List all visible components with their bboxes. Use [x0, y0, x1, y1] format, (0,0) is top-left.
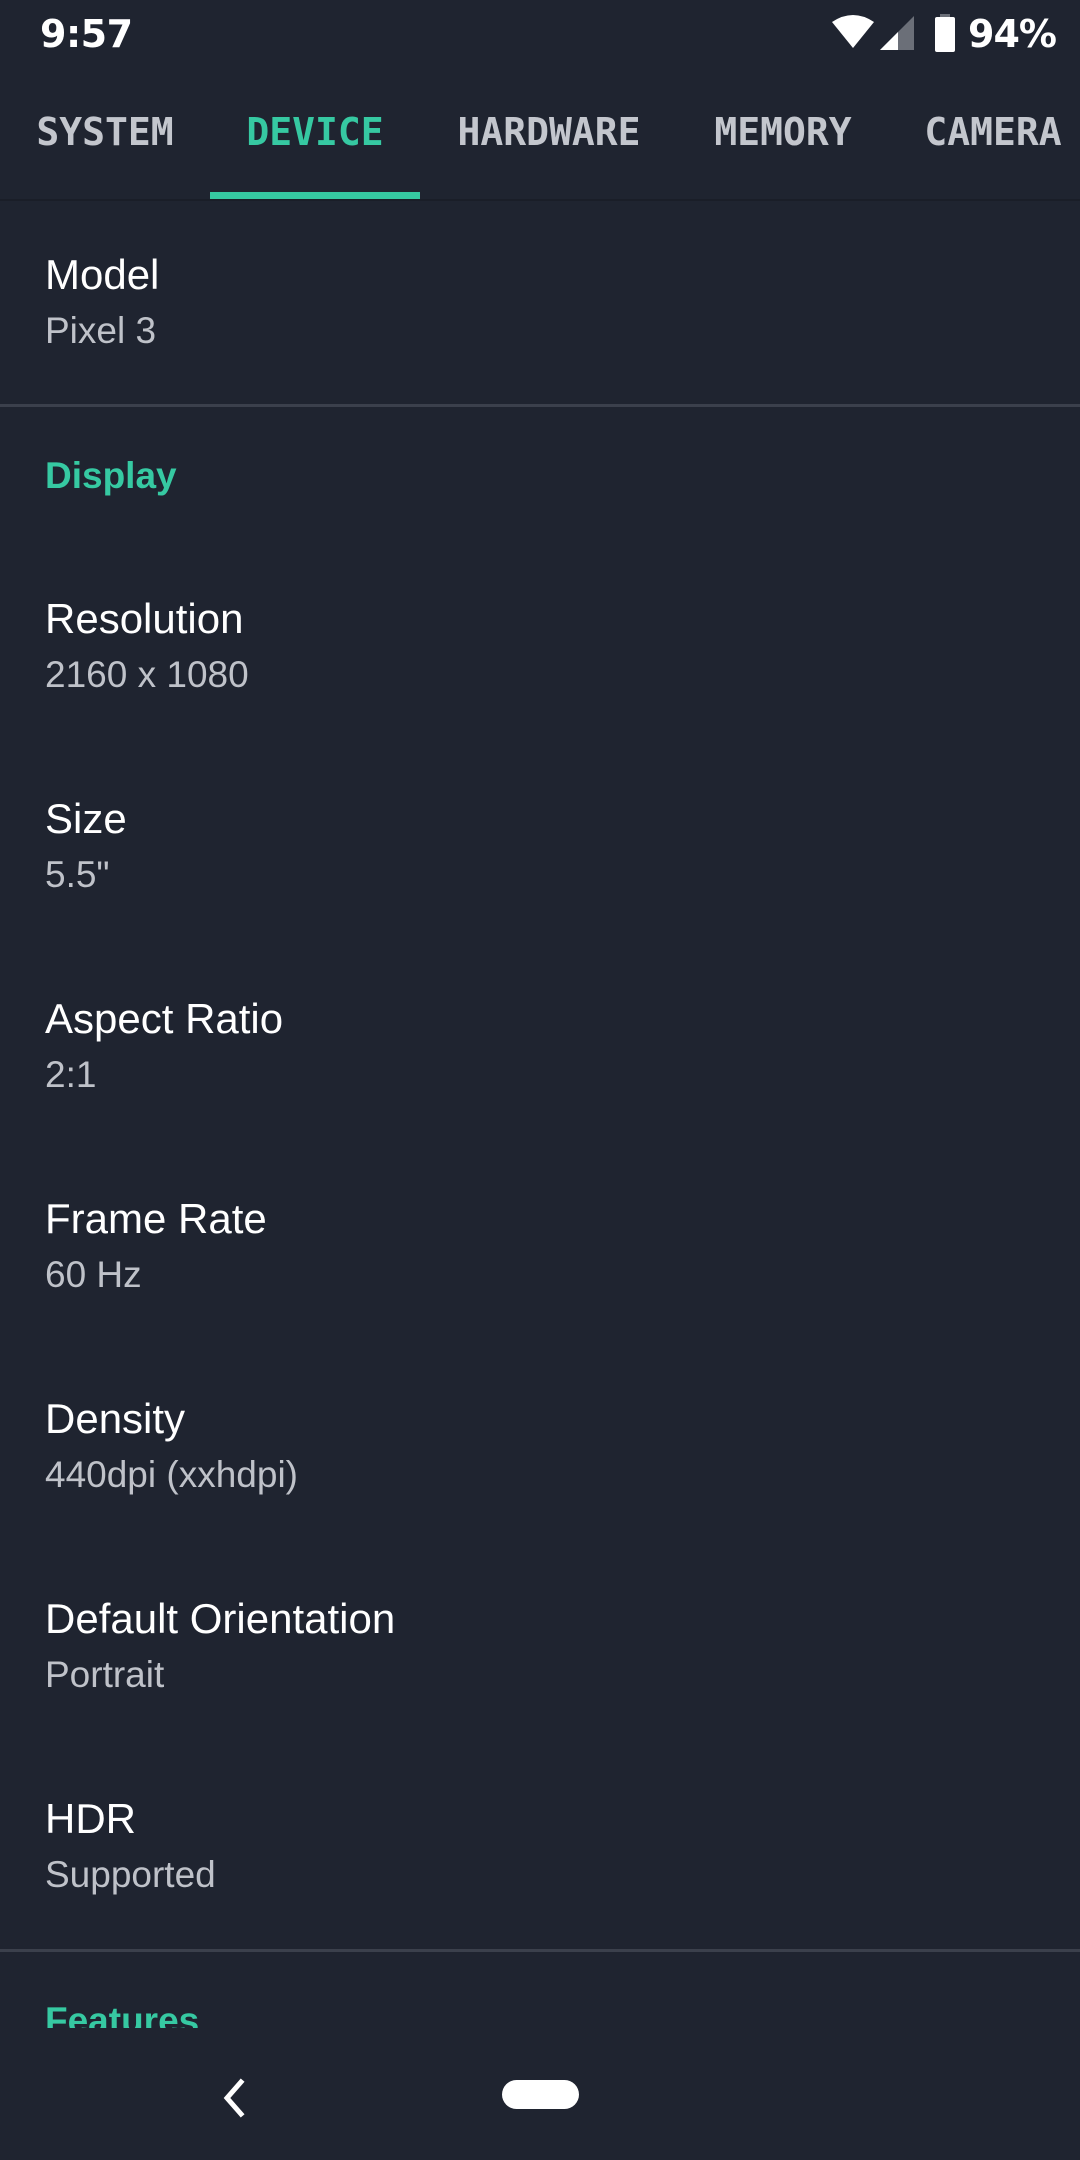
list-item-resolution[interactable]: Resolution 2160 x 1080	[45, 595, 1035, 697]
item-title: Aspect Ratio	[45, 995, 284, 1042]
tab-bar: SYSTEM DEVICE HARDWARE MEMORY CAMERA	[0, 66, 1080, 201]
list-item-model[interactable]: Model Pixel 3	[45, 251, 1035, 353]
item-value: 440dpi (xxhdpi)	[45, 1454, 298, 1495]
wifi-icon	[832, 15, 874, 48]
section-divider	[0, 404, 1080, 407]
active-tab-indicator	[210, 192, 420, 199]
item-value: 2160 x 1080	[45, 654, 249, 695]
section-header-features: Features	[45, 2000, 200, 2028]
device-info-list[interactable]: Model Pixel 3 Display Resolution 2160 x …	[0, 201, 1080, 2028]
status-time: 9:57	[40, 12, 133, 56]
section-divider	[0, 1949, 1080, 1952]
tab-memory[interactable]: MEMORY	[678, 66, 888, 199]
item-title: Frame Rate	[45, 1195, 267, 1242]
battery-percent: 94%	[968, 12, 1057, 56]
item-value: 60 Hz	[45, 1254, 142, 1295]
status-bar: 9:57 94%	[0, 0, 1080, 66]
list-item-frame-rate[interactable]: Frame Rate 60 Hz	[45, 1195, 1035, 1297]
navigation-bar	[0, 2028, 1080, 2160]
list-item-density[interactable]: Density 440dpi (xxhdpi)	[45, 1395, 1035, 1497]
back-icon[interactable]	[210, 2073, 260, 2123]
status-icons: 94%	[830, 12, 1070, 56]
list-item-default-orientation[interactable]: Default Orientation Portrait	[45, 1595, 1035, 1697]
item-title: Size	[45, 795, 127, 842]
list-item-hdr[interactable]: HDR Supported	[45, 1795, 1035, 1897]
item-value: 2:1	[45, 1054, 97, 1095]
item-value: Portrait	[45, 1654, 165, 1695]
tab-hardware[interactable]: HARDWARE	[420, 66, 678, 199]
item-value: Pixel 3	[45, 310, 157, 351]
tab-camera[interactable]: CAMERA	[888, 66, 1080, 199]
tab-device[interactable]: DEVICE	[210, 66, 420, 199]
section-header-display: Display	[45, 455, 177, 496]
list-item-size[interactable]: Size 5.5"	[45, 795, 1035, 897]
home-pill-button[interactable]	[502, 2080, 579, 2109]
item-value: 5.5"	[45, 854, 110, 895]
item-title: Model	[45, 251, 160, 298]
item-value: Supported	[45, 1854, 216, 1895]
item-title: Density	[45, 1395, 186, 1442]
item-title: HDR	[45, 1795, 136, 1842]
list-item-aspect-ratio[interactable]: Aspect Ratio 2:1	[45, 995, 1035, 1097]
item-title: Default Orientation	[45, 1595, 396, 1642]
tab-system[interactable]: SYSTEM	[0, 66, 210, 199]
battery-icon	[935, 14, 955, 52]
item-title: Resolution	[45, 595, 244, 642]
cellular-signal-icon	[880, 16, 914, 50]
